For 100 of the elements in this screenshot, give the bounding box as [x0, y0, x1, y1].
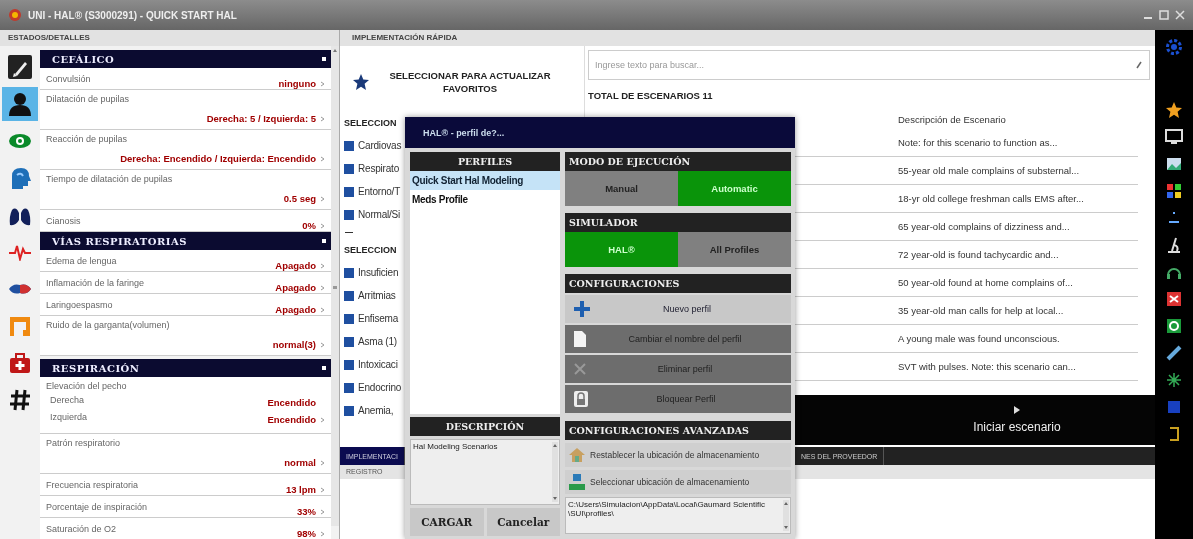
- caret-icon: [320, 80, 325, 87]
- category-item[interactable]: Cardiovas: [358, 140, 402, 151]
- category-item[interactable]: Normal/Si: [358, 209, 401, 220]
- square-icon: [344, 163, 354, 174]
- field-value[interactable]: Apagado: [275, 282, 316, 293]
- field-value[interactable]: 98%: [297, 528, 316, 539]
- search-field[interactable]: Ingrese texto para buscar...: [588, 50, 1150, 80]
- square-icon: [344, 186, 354, 197]
- dialog-title: HAL® - perfil de?...: [405, 117, 795, 148]
- field-value[interactable]: Apagado: [275, 260, 316, 271]
- toggle-option[interactable]: All Profiles: [678, 232, 791, 267]
- field-value[interactable]: Derecha: 5 / Izquierda: 5: [206, 113, 316, 124]
- square-icon: [344, 359, 354, 370]
- field-value[interactable]: 13 lpm: [285, 484, 316, 495]
- add-icon: [573, 300, 591, 318]
- field-value[interactable]: Derecha: Encendido / Izquierda: Encendido: [120, 153, 316, 164]
- close-icon[interactable]: [1175, 10, 1185, 20]
- storage-path-field[interactable]: C:\Users\Simulacion\AppData\Local\Gaumard Scientific\SUI\profiles\: [565, 497, 791, 534]
- grid-icon[interactable]: [1165, 182, 1183, 200]
- field-label: Elevación del pecho: [46, 381, 127, 391]
- monitor-icon[interactable]: [1165, 128, 1183, 146]
- field-value[interactable]: Encendido: [267, 414, 316, 425]
- star-icon[interactable]: [1165, 101, 1183, 119]
- field-value[interactable]: Apagado: [275, 304, 316, 315]
- square-icon: [344, 382, 354, 393]
- nav-button[interactable]: [2, 87, 38, 121]
- table-cell: Note: for this scenario to function as...: [898, 129, 1138, 157]
- lock-icon: [573, 390, 589, 408]
- table-cell: 50 year-old found at home complains of...: [898, 269, 1138, 297]
- group-title: SELECCION: [344, 245, 398, 255]
- toggle-option[interactable]: Manual: [565, 171, 678, 206]
- profile-item[interactable]: Meds Profile: [410, 190, 560, 209]
- field-label: Tiempo de dilatación de pupilas: [46, 174, 174, 184]
- caret-icon: [320, 486, 325, 493]
- field-value[interactable]: Encendido: [267, 397, 316, 408]
- square-icon: [344, 140, 354, 151]
- toggle-option[interactable]: HAL®: [565, 232, 678, 267]
- panel-header: IMPLEMENTACIÓN RÁPIDA: [340, 30, 1155, 46]
- field-label: Dilatación de pupilas: [46, 94, 131, 104]
- cancel-button[interactable]: Cancelar: [486, 508, 560, 536]
- section-title: RESPIRACIÓN: [52, 362, 140, 374]
- caret-icon: [320, 284, 325, 291]
- load-button[interactable]: CARGAR: [410, 508, 484, 536]
- sparkle-icon[interactable]: [1165, 371, 1183, 389]
- app-logo-icon: [8, 8, 22, 22]
- field-value[interactable]: ninguno: [278, 78, 316, 89]
- field-label: Izquierda: [50, 411, 88, 422]
- category-item[interactable]: Intoxicaci: [358, 359, 398, 370]
- scenario-total: TOTAL DE ESCENARIOS 11: [588, 90, 714, 101]
- square-icon: [344, 313, 354, 324]
- pin-icon: [1136, 61, 1142, 69]
- favorites-label: SELECCIONAR PARA ACTUALIZAR FAVORITOS: [388, 69, 552, 95]
- field-value[interactable]: normal(3): [272, 339, 316, 350]
- caret-icon: [320, 262, 325, 269]
- profile-action-button: Bloquear Perfil: [565, 385, 791, 413]
- caret-icon: [320, 459, 325, 466]
- storage-button[interactable]: Restablecer la ubicación de almacenamiento: [565, 443, 791, 467]
- category-item[interactable]: Entorno/T: [358, 186, 401, 197]
- favorite-star-icon[interactable]: [352, 73, 370, 91]
- description-field[interactable]: Hal Modeling Scenarios: [410, 439, 560, 505]
- category-item[interactable]: Endocrino: [358, 382, 402, 393]
- field-value[interactable]: 0%: [302, 220, 316, 231]
- section-title: VÍAS RESPIRATORIAS: [52, 235, 187, 247]
- maximize-icon[interactable]: [1159, 10, 1169, 20]
- section-header: PERFILES: [410, 152, 560, 171]
- scrollbar: [552, 442, 558, 502]
- profile-item[interactable]: Quick Start Hal Modeling: [410, 171, 560, 190]
- caret-icon: [320, 222, 325, 229]
- gear-icon[interactable]: [1165, 38, 1183, 56]
- square-icon: [344, 290, 354, 301]
- section-header: CONFIGURACIONES AVANZADAS: [565, 421, 791, 440]
- section-title: CEFÁLICO: [52, 53, 115, 65]
- caret-icon: [320, 306, 325, 313]
- profile-action-button[interactable]: Nuevo perfil: [565, 295, 791, 323]
- field-label: Ruido de la garganta(volumen): [46, 320, 171, 330]
- category-item[interactable]: Insuficien: [358, 267, 399, 278]
- category-item[interactable]: Arritmias: [358, 290, 396, 301]
- caret-icon: [320, 115, 325, 122]
- caret-icon: [320, 341, 325, 348]
- category-item[interactable]: Respirato: [358, 163, 399, 174]
- storage-button[interactable]: Seleccionar ubicación de almacenamiento: [565, 470, 791, 494]
- microscope-icon[interactable]: [1165, 236, 1183, 254]
- field-value[interactable]: normal: [284, 457, 316, 468]
- field-label: Edema de lengua: [46, 255, 117, 266]
- category-item[interactable]: Asma (1): [358, 336, 397, 347]
- field-value[interactable]: 33%: [297, 506, 316, 517]
- field-label: Inflamación de la faringe: [46, 277, 145, 288]
- field-label: Porcentaje de inspiración: [46, 501, 148, 512]
- square-icon: [344, 267, 354, 278]
- category-item[interactable]: Anemia,: [358, 405, 394, 416]
- caret-icon: [320, 508, 325, 515]
- syringe-icon[interactable]: [1165, 344, 1183, 362]
- field-label: Patrón respiratorio: [46, 438, 122, 448]
- image-icon[interactable]: [1165, 155, 1183, 173]
- toggle-option[interactable]: Automatic: [678, 171, 791, 206]
- category-item[interactable]: Enfisema: [358, 313, 399, 324]
- field-label: Frecuencia respiratoria: [46, 479, 139, 490]
- field-value[interactable]: 0.5 seg: [283, 193, 316, 204]
- field-label: Cianosis: [46, 215, 81, 226]
- pen-icon: [8, 55, 32, 79]
